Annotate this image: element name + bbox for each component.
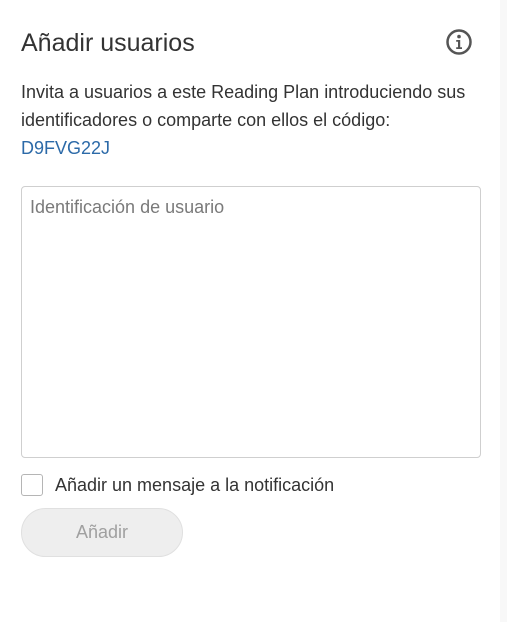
dialog-header: Añadir usuarios xyxy=(21,26,473,62)
add-message-option[interactable]: Añadir un mensaje a la notificación xyxy=(21,472,334,498)
user-id-input[interactable] xyxy=(21,186,481,458)
dialog-title: Añadir usuarios xyxy=(21,29,195,57)
add-message-label: Añadir un mensaje a la notificación xyxy=(55,475,335,495)
add-button[interactable]: Añadir xyxy=(21,508,183,557)
dialog-description: Invita a usuarios a este Reading Plan in… xyxy=(21,78,481,162)
description-text: Invita a usuarios a este Reading Plan in… xyxy=(21,82,466,130)
info-icon[interactable] xyxy=(445,28,473,56)
add-users-panel: Añadir usuarios Invita a usuarios a este… xyxy=(0,0,500,622)
invite-code-link[interactable]: D9FVG22J xyxy=(21,134,481,162)
add-message-checkbox[interactable] xyxy=(21,474,43,496)
